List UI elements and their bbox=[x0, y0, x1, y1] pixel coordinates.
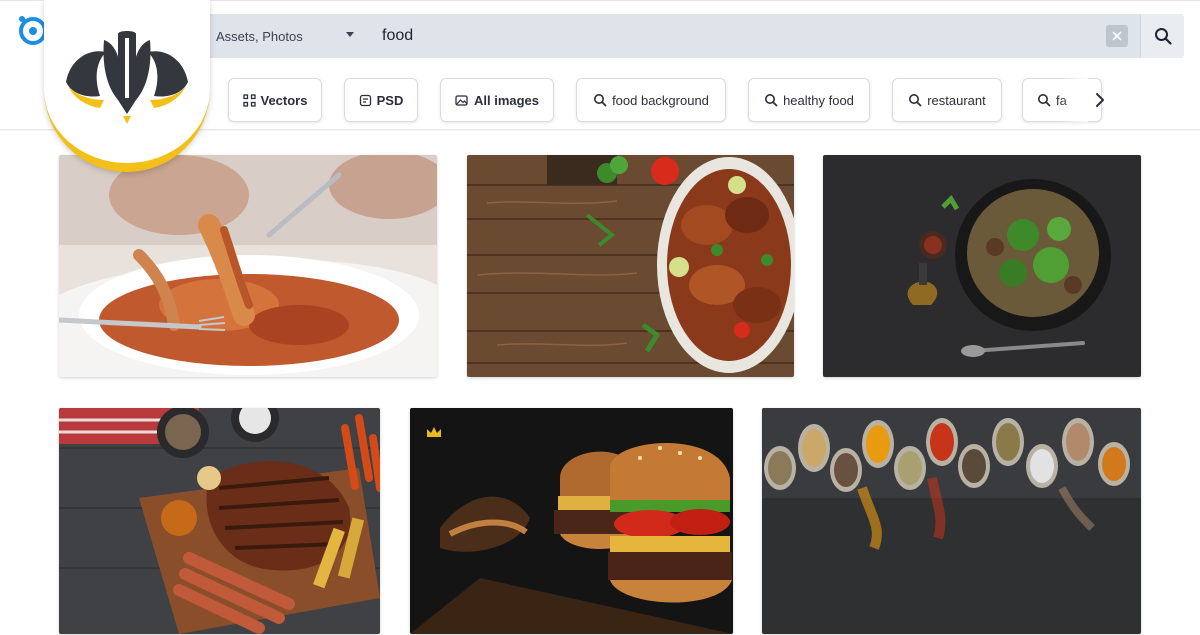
pasta-photo bbox=[59, 155, 437, 377]
premium-crown-icon bbox=[427, 427, 441, 437]
brand-badge bbox=[44, 0, 210, 172]
chip-label: restaurant bbox=[927, 92, 986, 108]
search-icon bbox=[1154, 28, 1172, 45]
search-input[interactable] bbox=[372, 20, 1092, 52]
grilled-steak-photo bbox=[59, 408, 380, 634]
chip-vectors[interactable]: Vectors bbox=[228, 78, 322, 122]
search-icon bbox=[594, 94, 607, 107]
clear-search-button[interactable] bbox=[1106, 25, 1128, 47]
result-image-burger[interactable] bbox=[410, 408, 733, 634]
brand-logo-icon bbox=[66, 31, 188, 124]
vegetable-bowl-photo bbox=[823, 155, 1141, 377]
chip-label: PSD bbox=[376, 92, 404, 108]
vector-icon bbox=[242, 93, 256, 107]
search-bar: Assets, Photos bbox=[196, 14, 1184, 58]
image-results-grid bbox=[0, 131, 1200, 635]
chip-label: healthy food bbox=[783, 92, 854, 108]
spices-photo bbox=[762, 408, 1141, 634]
chip-label: All images bbox=[473, 92, 540, 108]
chip-food-background[interactable]: food background bbox=[576, 78, 726, 122]
grilled-chicken-photo bbox=[467, 155, 794, 377]
asset-type-label: Assets, Photos bbox=[216, 28, 303, 44]
chips-scroll-right-button[interactable] bbox=[1088, 88, 1112, 112]
burger-photo bbox=[410, 408, 733, 634]
psd-icon bbox=[359, 94, 371, 106]
chip-label: food background bbox=[612, 92, 709, 108]
chip-restaurant[interactable]: restaurant bbox=[892, 78, 1002, 122]
result-image-spices[interactable] bbox=[762, 408, 1141, 634]
chip-psd[interactable]: PSD bbox=[344, 78, 418, 122]
chip-label: Vectors bbox=[260, 92, 308, 108]
chevron-right-icon bbox=[1096, 93, 1104, 107]
chip-healthy-food[interactable]: healthy food bbox=[748, 78, 870, 122]
result-image-steak[interactable] bbox=[59, 408, 380, 634]
images-icon bbox=[455, 94, 468, 106]
result-image-vegetable-bowl[interactable] bbox=[823, 155, 1141, 377]
search-icon bbox=[765, 94, 778, 107]
search-button[interactable] bbox=[1140, 14, 1184, 58]
asset-type-dropdown[interactable]: Assets, Photos bbox=[196, 14, 368, 58]
result-image-pasta[interactable] bbox=[59, 155, 437, 377]
chevron-down-icon bbox=[346, 32, 354, 37]
search-icon bbox=[909, 94, 922, 107]
chip-row-fade bbox=[1060, 78, 1088, 122]
search-icon bbox=[1038, 94, 1051, 107]
result-image-grilled-chicken[interactable] bbox=[467, 155, 794, 377]
chip-all-images[interactable]: All images bbox=[440, 78, 554, 122]
close-icon bbox=[1112, 31, 1122, 41]
